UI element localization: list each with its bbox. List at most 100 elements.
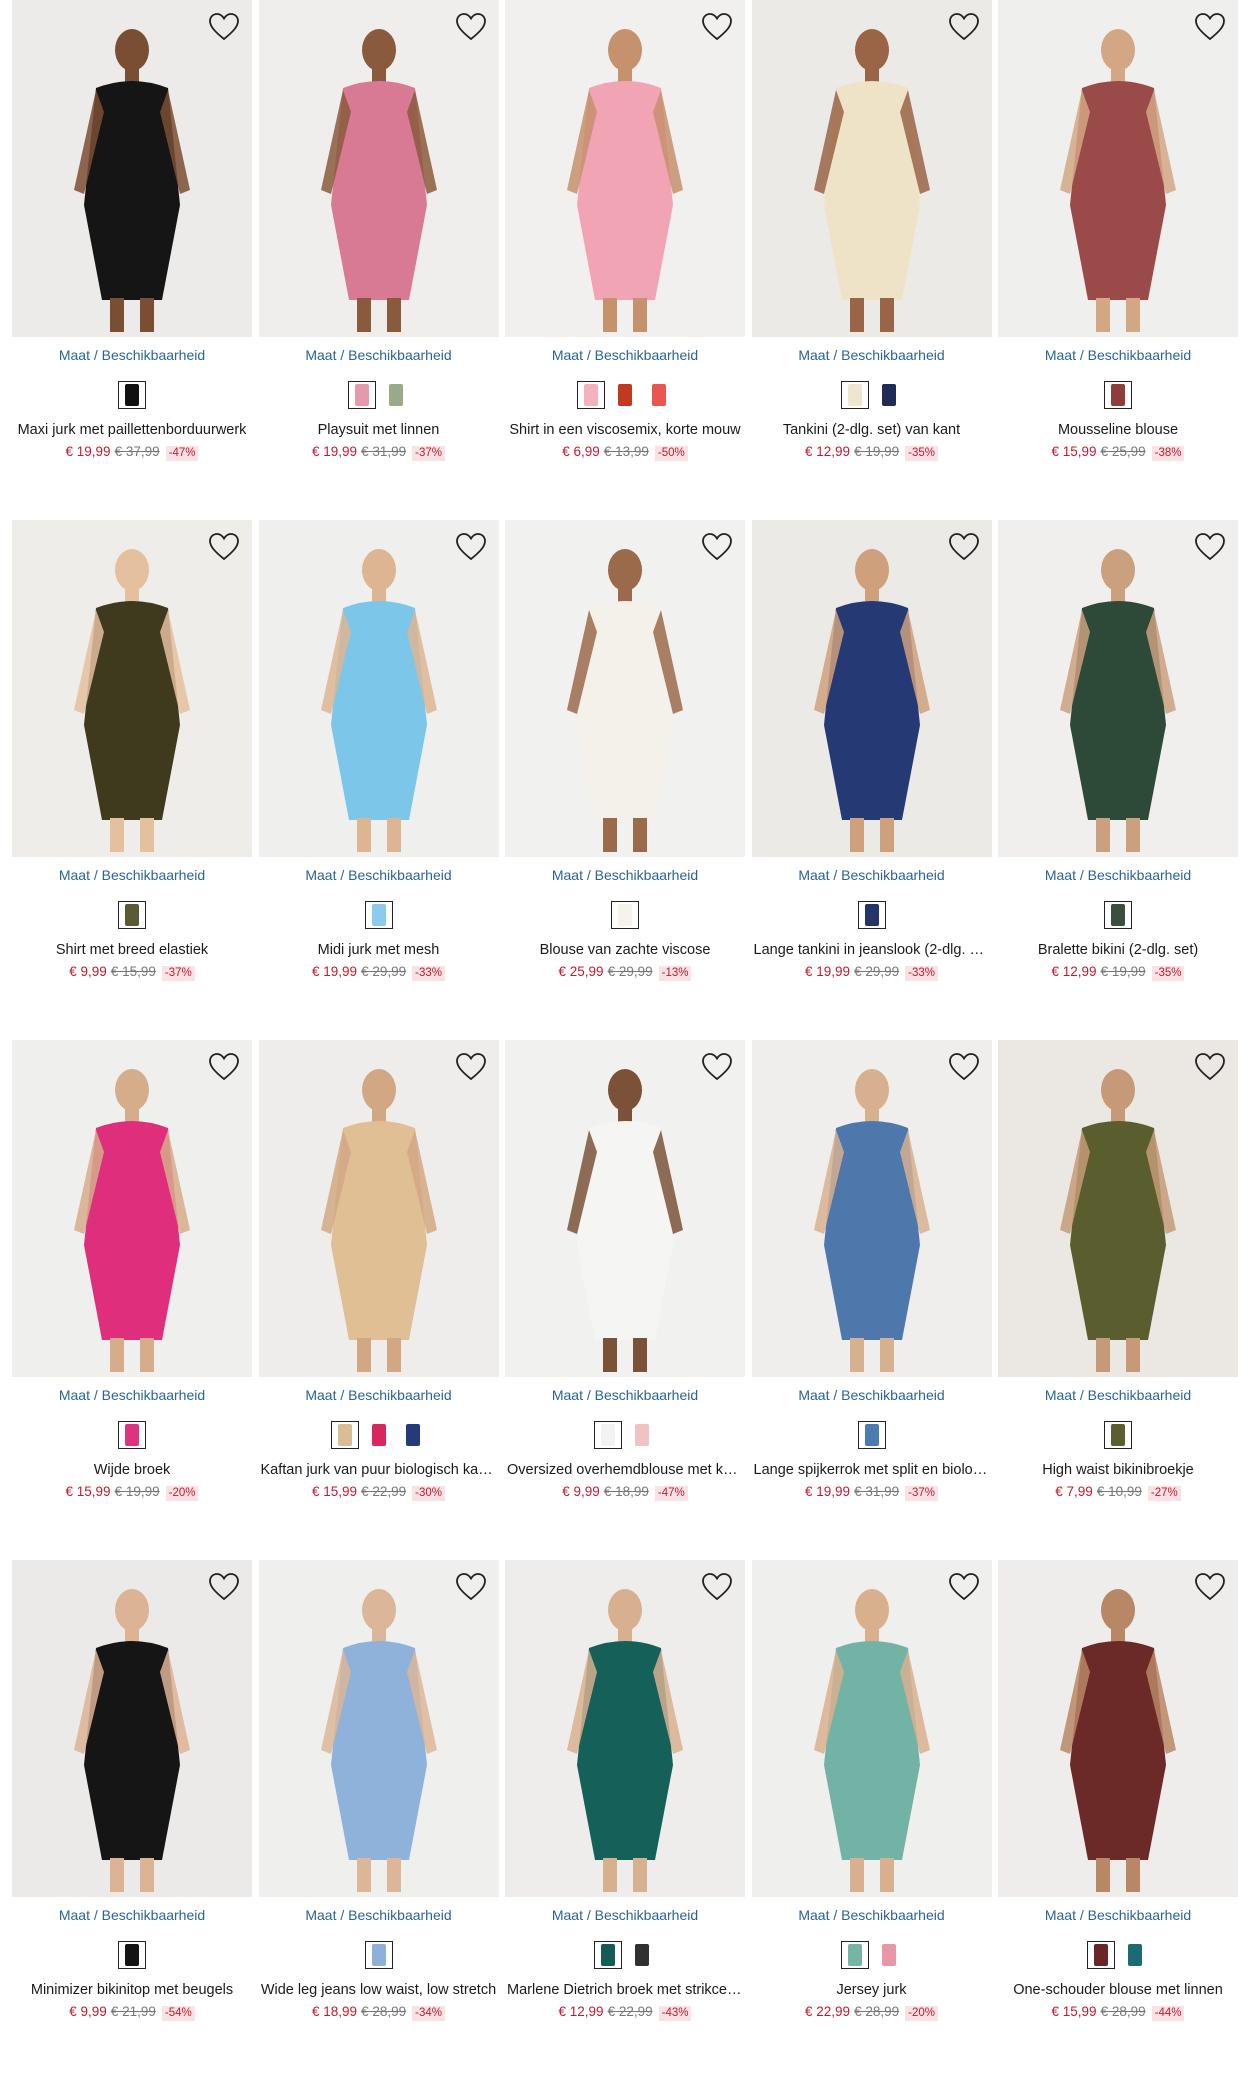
product-name[interactable]: Tankini (2-dlg. set) van kant — [752, 422, 992, 438]
product-name[interactable]: Mousseline blouse — [998, 422, 1238, 438]
product-name[interactable]: Playsuit met linnen — [259, 422, 499, 438]
product-image[interactable] — [12, 520, 252, 857]
wishlist-heart-icon[interactable] — [1194, 1572, 1226, 1602]
color-swatch[interactable] — [118, 901, 146, 929]
product-image[interactable] — [258, 1040, 499, 1377]
size-availability-link[interactable]: Maat / Beschikbaarheid — [259, 1907, 499, 1923]
product-image[interactable] — [258, 1560, 499, 1897]
product-image[interactable] — [12, 1560, 252, 1897]
product-card[interactable]: Maat / Beschikbaarheid Lange tankini in j… — [751, 520, 992, 1040]
color-swatch[interactable] — [611, 381, 639, 409]
product-card[interactable]: Maat / Beschikbaarheid Maxi jurk met pail… — [12, 0, 252, 520]
product-name[interactable]: Bralette bikini (2-dlg. set) — [998, 942, 1238, 958]
product-name[interactable]: Shirt in een viscosemix, korte mouw — [505, 422, 745, 438]
product-image[interactable] — [505, 1560, 745, 1897]
product-card[interactable]: Maat / Beschikbaarheid Wijde broek € 15,99… — [12, 1040, 252, 1560]
product-name[interactable]: High waist bikinibroekje — [998, 1462, 1238, 1478]
product-image[interactable] — [998, 0, 1238, 337]
size-availability-link[interactable]: Maat / Beschikbaarheid — [752, 867, 992, 883]
size-availability-link[interactable]: Maat / Beschikbaarheid — [259, 1387, 499, 1403]
product-name[interactable]: Lange tankini in jeanslook (2-dlg. set) — [752, 942, 992, 958]
product-name[interactable]: One-schouder blouse met linnen — [998, 1982, 1238, 1998]
size-availability-link[interactable]: Maat / Beschikbaarheid — [259, 867, 499, 883]
product-card[interactable]: Maat / Beschikbaarheid Marlene Dietrich b… — [505, 1560, 745, 2080]
wishlist-heart-icon[interactable] — [208, 12, 240, 42]
color-swatch[interactable] — [364, 1421, 393, 1449]
color-swatch[interactable] — [364, 901, 393, 929]
product-image[interactable] — [998, 1040, 1238, 1377]
wishlist-heart-icon[interactable] — [455, 1052, 487, 1082]
size-availability-link[interactable]: Maat / Beschikbaarheid — [12, 867, 252, 883]
product-name[interactable]: Wijde broek — [12, 1462, 252, 1478]
product-card[interactable]: Maat / Beschikbaarheid Blouse van zachte … — [505, 520, 745, 1040]
product-image[interactable] — [751, 1040, 992, 1377]
product-card[interactable]: Maat / Beschikbaarheid Kaftan jurk van pu… — [258, 1040, 499, 1560]
product-card[interactable]: Maat / Beschikbaarheid Tankini (2-dlg. se… — [751, 0, 992, 520]
size-availability-link[interactable]: Maat / Beschikbaarheid — [505, 1907, 745, 1923]
product-card[interactable]: Maat / Beschikbaarheid Playsuit met linne… — [258, 0, 499, 520]
product-image[interactable] — [751, 0, 992, 337]
product-card[interactable]: Maat / Beschikbaarheid Mousseline blouse €… — [998, 0, 1238, 520]
product-name[interactable]: Midi jurk met mesh — [259, 942, 499, 958]
color-swatch[interactable] — [330, 1421, 359, 1449]
color-swatch[interactable] — [594, 1421, 622, 1449]
product-card[interactable]: Maat / Beschikbaarheid Shirt in een visco… — [505, 0, 745, 520]
color-swatch[interactable] — [840, 1941, 869, 1969]
color-swatch[interactable] — [874, 1941, 903, 1969]
product-name[interactable]: Oversized overhemdblouse met knoopsluiti… — [505, 1462, 745, 1478]
color-swatch[interactable] — [381, 381, 410, 409]
size-availability-link[interactable]: Maat / Beschikbaarheid — [998, 1387, 1238, 1403]
color-swatch[interactable] — [1104, 381, 1132, 409]
product-name[interactable]: Marlene Dietrich broek met strikceintuur — [505, 1982, 745, 1998]
size-availability-link[interactable]: Maat / Beschikbaarheid — [505, 867, 745, 883]
wishlist-heart-icon[interactable] — [701, 1052, 733, 1082]
product-name[interactable]: Kaftan jurk van puur biologisch katoen — [259, 1462, 499, 1478]
wishlist-heart-icon[interactable] — [948, 532, 980, 562]
color-swatch[interactable] — [645, 381, 673, 409]
color-swatch[interactable] — [594, 1941, 622, 1969]
product-image[interactable] — [505, 520, 745, 857]
product-card[interactable]: Maat / Beschikbaarheid Midi jurk met mesh… — [258, 520, 499, 1040]
wishlist-heart-icon[interactable] — [208, 1052, 240, 1082]
product-card[interactable]: Maat / Beschikbaarheid Wide leg jeans low… — [258, 1560, 499, 2080]
product-name[interactable]: Wide leg jeans low waist, low stretch — [259, 1982, 499, 1998]
product-image[interactable] — [258, 0, 499, 337]
product-image[interactable] — [998, 520, 1238, 857]
color-swatch[interactable] — [628, 1941, 656, 1969]
product-card[interactable]: Maat / Beschikbaarheid Minimizer bikinito… — [12, 1560, 252, 2080]
size-availability-link[interactable]: Maat / Beschikbaarheid — [505, 347, 745, 363]
product-name[interactable]: Minimizer bikinitop met beugels — [12, 1982, 252, 1998]
product-image[interactable] — [12, 1040, 252, 1377]
wishlist-heart-icon[interactable] — [701, 532, 733, 562]
color-swatch[interactable] — [1104, 901, 1132, 929]
color-swatch[interactable] — [1121, 1941, 1149, 1969]
color-swatch[interactable] — [347, 381, 376, 409]
product-name[interactable]: Lange spijkerrok met split en biologisch… — [752, 1462, 992, 1478]
color-swatch[interactable] — [1087, 1941, 1115, 1969]
product-image[interactable] — [505, 0, 745, 337]
color-swatch[interactable] — [577, 381, 605, 409]
product-name[interactable]: Jersey jurk — [752, 1982, 992, 1998]
product-name[interactable]: Maxi jurk met paillettenborduurwerk — [12, 422, 252, 438]
color-swatch[interactable] — [398, 1421, 427, 1449]
wishlist-heart-icon[interactable] — [455, 532, 487, 562]
color-swatch[interactable] — [364, 1941, 393, 1969]
size-availability-link[interactable]: Maat / Beschikbaarheid — [12, 1387, 252, 1403]
color-swatch[interactable] — [118, 1941, 146, 1969]
color-swatch[interactable] — [857, 1421, 886, 1449]
product-card[interactable]: Maat / Beschikbaarheid Oversized overhemd… — [505, 1040, 745, 1560]
color-swatch[interactable] — [628, 1421, 656, 1449]
wishlist-heart-icon[interactable] — [948, 1572, 980, 1602]
product-card[interactable]: Maat / Beschikbaarheid Lange spijkerrok m… — [751, 1040, 992, 1560]
product-image[interactable] — [998, 1560, 1238, 1897]
color-swatch[interactable] — [840, 381, 869, 409]
size-availability-link[interactable]: Maat / Beschikbaarheid — [998, 1907, 1238, 1923]
wishlist-heart-icon[interactable] — [208, 532, 240, 562]
color-swatch[interactable] — [611, 901, 639, 929]
product-card[interactable]: Maat / Beschikbaarheid Shirt met breed el… — [12, 520, 252, 1040]
size-availability-link[interactable]: Maat / Beschikbaarheid — [752, 1907, 992, 1923]
product-image[interactable] — [751, 1560, 992, 1897]
size-availability-link[interactable]: Maat / Beschikbaarheid — [998, 347, 1238, 363]
product-image[interactable] — [12, 0, 252, 337]
product-card[interactable]: Maat / Beschikbaarheid High waist bikinib… — [998, 1040, 1238, 1560]
